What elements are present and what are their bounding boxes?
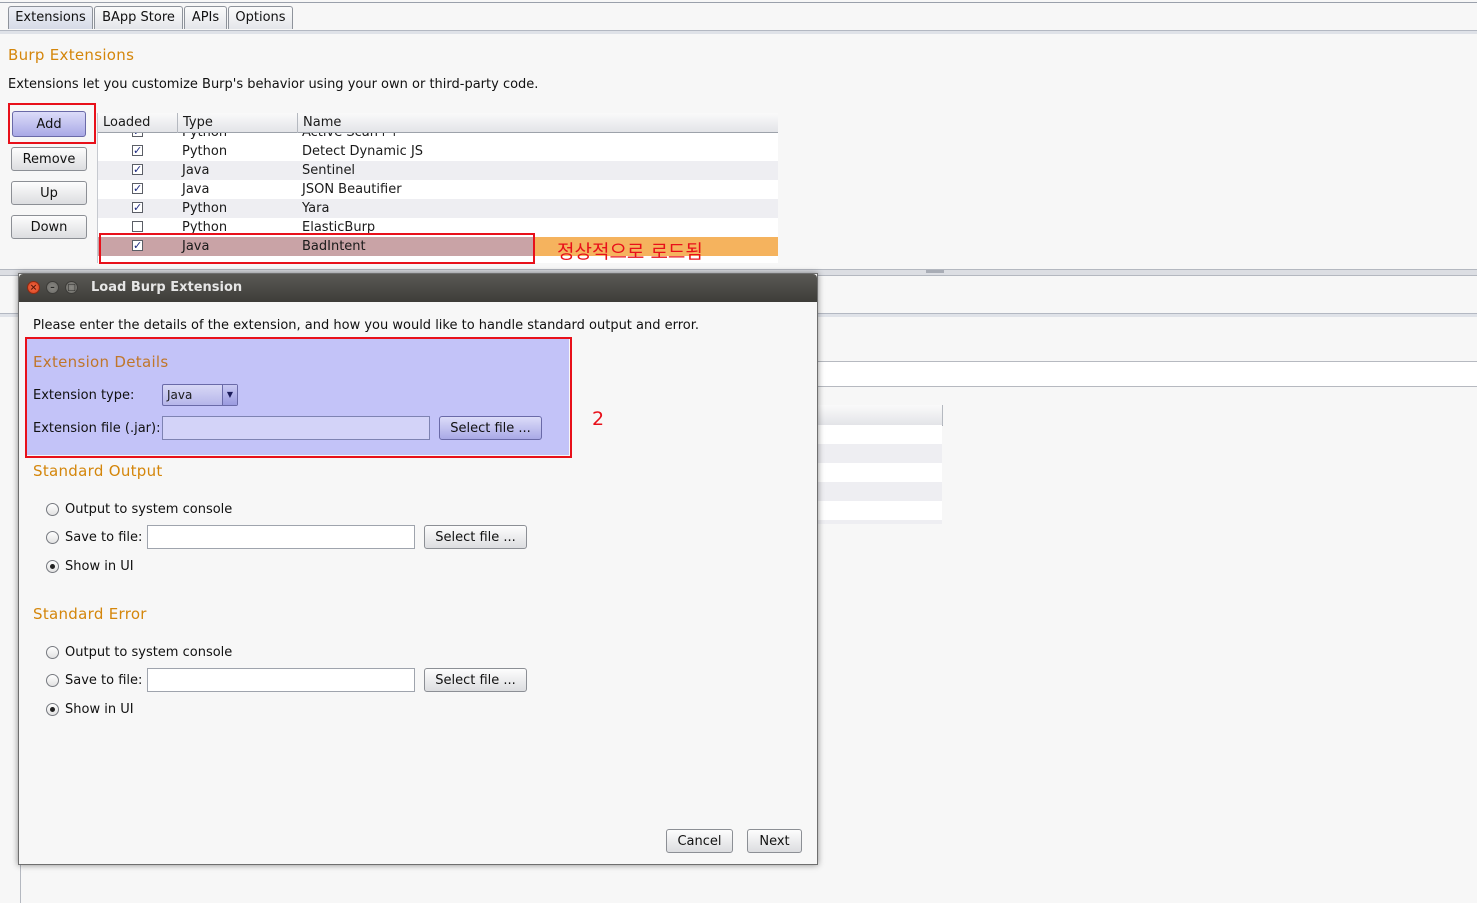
dialog-title: Load Burp Extension — [91, 280, 243, 295]
table-row[interactable]: ✓ Java Sentinel — [98, 161, 778, 180]
stdout-console-radio[interactable] — [46, 503, 59, 516]
extension-file-field[interactable] — [162, 416, 430, 440]
extension-type-value: Java — [167, 388, 193, 402]
split-handle[interactable] — [926, 270, 944, 273]
stdout-console-label: Output to system console — [65, 502, 233, 517]
row-name: ElasticBurp — [302, 220, 376, 235]
stdout-show-ui-radio[interactable] — [46, 560, 59, 573]
dialog-titlebar[interactable]: × – □ Load Burp Extension — [19, 274, 817, 302]
stdout-file-field[interactable] — [147, 525, 415, 549]
down-button[interactable]: Down — [11, 215, 87, 239]
column-type[interactable]: Type — [178, 113, 298, 133]
chevron-down-icon[interactable]: ▼ — [222, 385, 237, 405]
stderr-show-ui-label: Show in UI — [65, 702, 134, 717]
extension-details-heading: Extension Details — [33, 353, 169, 371]
row-type: Python — [182, 201, 228, 216]
load-extension-dialog: × – □ Load Burp Extension Please enter t… — [18, 273, 818, 865]
stderr-console-label: Output to system console — [65, 645, 233, 660]
minimize-icon[interactable]: – — [46, 281, 59, 294]
add-button[interactable]: Add — [12, 111, 86, 137]
tab-apis[interactable]: APIs — [184, 6, 227, 29]
loaded-checkbox[interactable] — [132, 221, 143, 232]
remove-button[interactable]: Remove — [11, 147, 87, 171]
loaded-checkbox[interactable]: ✓ — [132, 202, 143, 213]
row-type: Java — [182, 239, 210, 254]
extension-file-label: Extension file (.jar): — [33, 421, 161, 436]
stdout-select-file-button[interactable]: Select file ... — [424, 525, 527, 549]
stdout-show-ui-label: Show in UI — [65, 559, 134, 574]
next-button[interactable]: Next — [747, 829, 802, 853]
loaded-annotation: 정상적으로 로드됨 — [557, 241, 703, 263]
standard-output-heading: Standard Output — [33, 462, 163, 480]
maximize-icon[interactable]: □ — [65, 281, 78, 294]
table-header: Loaded Type Name — [98, 113, 778, 133]
loaded-checkbox[interactable]: ✓ — [132, 183, 143, 194]
tab-extensions[interactable]: Extensions — [8, 6, 93, 29]
background-table — [818, 425, 942, 524]
table-row[interactable]: ✓ Python Detect Dynamic JS — [98, 142, 778, 161]
stdout-save-label: Save to file: — [65, 530, 143, 545]
column-loaded[interactable]: Loaded — [98, 113, 178, 133]
row-name: Sentinel — [302, 163, 356, 178]
row-type: Python — [182, 220, 228, 235]
background-field — [818, 361, 1477, 387]
extension-select-file-button[interactable]: Select file ... — [439, 416, 542, 440]
loaded-checkbox[interactable]: ✓ — [132, 145, 143, 156]
table-row[interactable]: Python ElasticBurp — [98, 218, 778, 237]
row-type: Java — [182, 163, 210, 178]
background-table-header — [818, 405, 943, 426]
stderr-select-file-button[interactable]: Select file ... — [424, 668, 527, 692]
tabbar-top-line — [0, 2, 1477, 3]
stderr-save-label: Save to file: — [65, 673, 143, 688]
standard-error-heading: Standard Error — [33, 605, 147, 623]
up-button[interactable]: Up — [11, 181, 87, 205]
close-icon[interactable]: × — [27, 281, 40, 294]
background-divider — [20, 865, 21, 903]
dialog-intro: Please enter the details of the extensio… — [33, 318, 700, 333]
row-name: BadIntent — [302, 239, 366, 254]
row-name: JSON Beautifier — [302, 182, 402, 197]
tab-bapp-store[interactable]: BApp Store — [94, 6, 183, 29]
tab-options[interactable]: Options — [228, 6, 293, 29]
step-number-annotation: 2 — [592, 408, 605, 430]
row-name: Yara — [302, 201, 330, 216]
loaded-checkbox[interactable]: ✓ — [132, 240, 143, 251]
stderr-console-radio[interactable] — [46, 646, 59, 659]
row-type: Java — [182, 182, 210, 197]
cancel-button[interactable]: Cancel — [666, 829, 733, 853]
loaded-checkbox[interactable]: ✓ — [132, 164, 143, 175]
extension-type-select[interactable]: Java ▼ — [162, 384, 238, 406]
page-title: Burp Extensions — [8, 46, 135, 64]
tabbar-underline — [0, 30, 1477, 34]
stderr-save-radio[interactable] — [46, 674, 59, 687]
table-row[interactable]: ✓ Java JSON Beautifier — [98, 180, 778, 199]
page-description: Extensions let you customize Burp's beha… — [8, 77, 539, 92]
extension-type-label: Extension type: — [33, 388, 135, 403]
column-name[interactable]: Name — [298, 113, 778, 133]
row-type: Python — [182, 144, 228, 159]
stderr-file-field[interactable] — [147, 668, 415, 692]
stderr-show-ui-radio[interactable] — [46, 703, 59, 716]
table-row[interactable]: ✓ Python Yara — [98, 199, 778, 218]
row-name: Detect Dynamic JS — [302, 144, 424, 159]
stdout-save-radio[interactable] — [46, 531, 59, 544]
